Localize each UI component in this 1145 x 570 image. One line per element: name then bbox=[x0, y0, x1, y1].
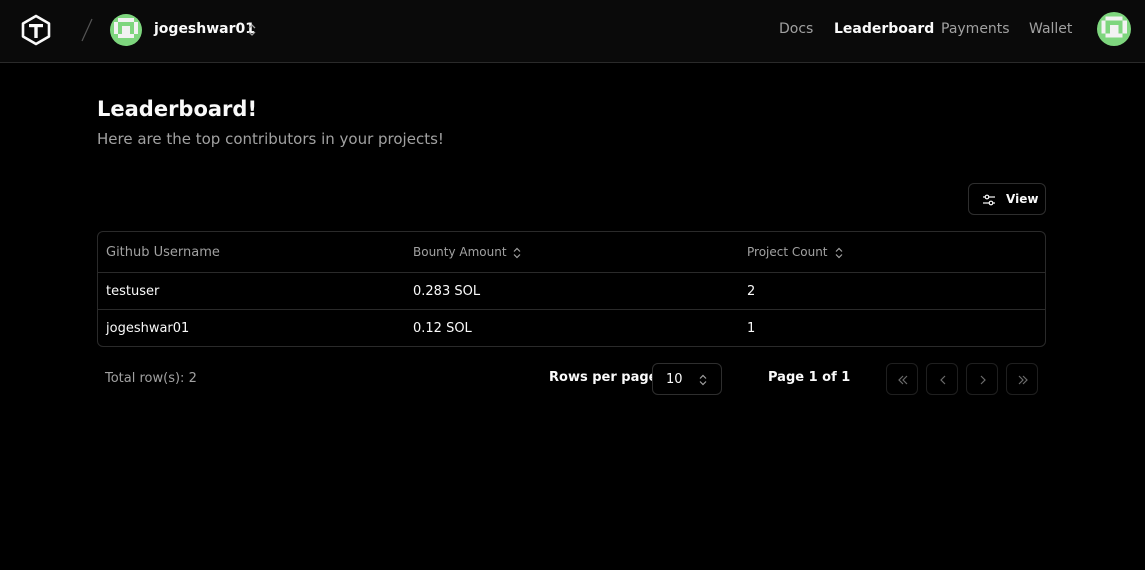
rows-per-page-select[interactable]: 10 bbox=[652, 363, 722, 395]
column-header-github-username: Github Username bbox=[106, 245, 220, 260]
breadcrumb-separator bbox=[81, 18, 93, 42]
cell-github-username: jogeshwar01 bbox=[106, 321, 190, 336]
chevron-up-down-icon bbox=[699, 374, 707, 386]
chevrons-left-icon bbox=[898, 375, 908, 385]
chevron-right-icon bbox=[980, 375, 986, 385]
chevron-up-down-icon[interactable] bbox=[246, 22, 258, 38]
user-menu-avatar[interactable] bbox=[1097, 12, 1131, 46]
chevron-left-icon bbox=[940, 375, 946, 385]
chevrons-right-icon bbox=[1018, 375, 1028, 385]
cell-github-username: testuser bbox=[106, 284, 160, 299]
column-header-project-count[interactable]: Project Count bbox=[747, 245, 828, 259]
cell-project-count: 1 bbox=[747, 321, 756, 336]
nav-docs[interactable]: Docs bbox=[779, 21, 813, 37]
column-header-bounty-amount[interactable]: Bounty Amount bbox=[413, 245, 507, 259]
page-subtitle: Here are the top contributors in your pr… bbox=[97, 130, 444, 148]
first-page-button[interactable] bbox=[886, 363, 918, 395]
page-indicator: Page 1 of 1 bbox=[768, 370, 851, 385]
rows-per-page-value: 10 bbox=[666, 372, 683, 387]
total-rows-text: Total row(s): 2 bbox=[105, 371, 197, 386]
view-options-button[interactable]: View bbox=[968, 183, 1046, 215]
table-header: Github Username Bounty Amount Project Co… bbox=[98, 232, 1045, 273]
sort-icon[interactable] bbox=[834, 247, 844, 259]
cell-bounty-amount: 0.283 SOL bbox=[413, 284, 481, 299]
top-navbar: jogeshwar01 Docs Leaderboard Payments Wa… bbox=[0, 0, 1145, 63]
cell-bounty-amount: 0.12 SOL bbox=[413, 321, 472, 336]
table-row[interactable]: testuser 0.283 SOL 2 bbox=[98, 273, 1045, 310]
leaderboard-table: Github Username Bounty Amount Project Co… bbox=[97, 231, 1046, 347]
nav-wallet[interactable]: Wallet bbox=[1029, 21, 1072, 37]
rows-per-page-label: Rows per page bbox=[549, 370, 658, 385]
previous-page-button[interactable] bbox=[926, 363, 958, 395]
nav-leaderboard[interactable]: Leaderboard bbox=[834, 21, 934, 37]
account-username[interactable]: jogeshwar01 bbox=[154, 21, 255, 37]
cell-project-count: 2 bbox=[747, 284, 756, 299]
avatar[interactable] bbox=[110, 14, 142, 46]
table-row[interactable]: jogeshwar01 0.12 SOL 1 bbox=[98, 310, 1045, 347]
sort-icon[interactable] bbox=[512, 247, 522, 259]
next-page-button[interactable] bbox=[966, 363, 998, 395]
page-title: Leaderboard! bbox=[97, 97, 258, 121]
hexagon-t-logo-icon[interactable] bbox=[20, 14, 52, 46]
view-button-label: View bbox=[1006, 192, 1039, 206]
nav-payments[interactable]: Payments bbox=[941, 21, 1010, 37]
sliders-icon bbox=[983, 194, 995, 206]
last-page-button[interactable] bbox=[1006, 363, 1038, 395]
